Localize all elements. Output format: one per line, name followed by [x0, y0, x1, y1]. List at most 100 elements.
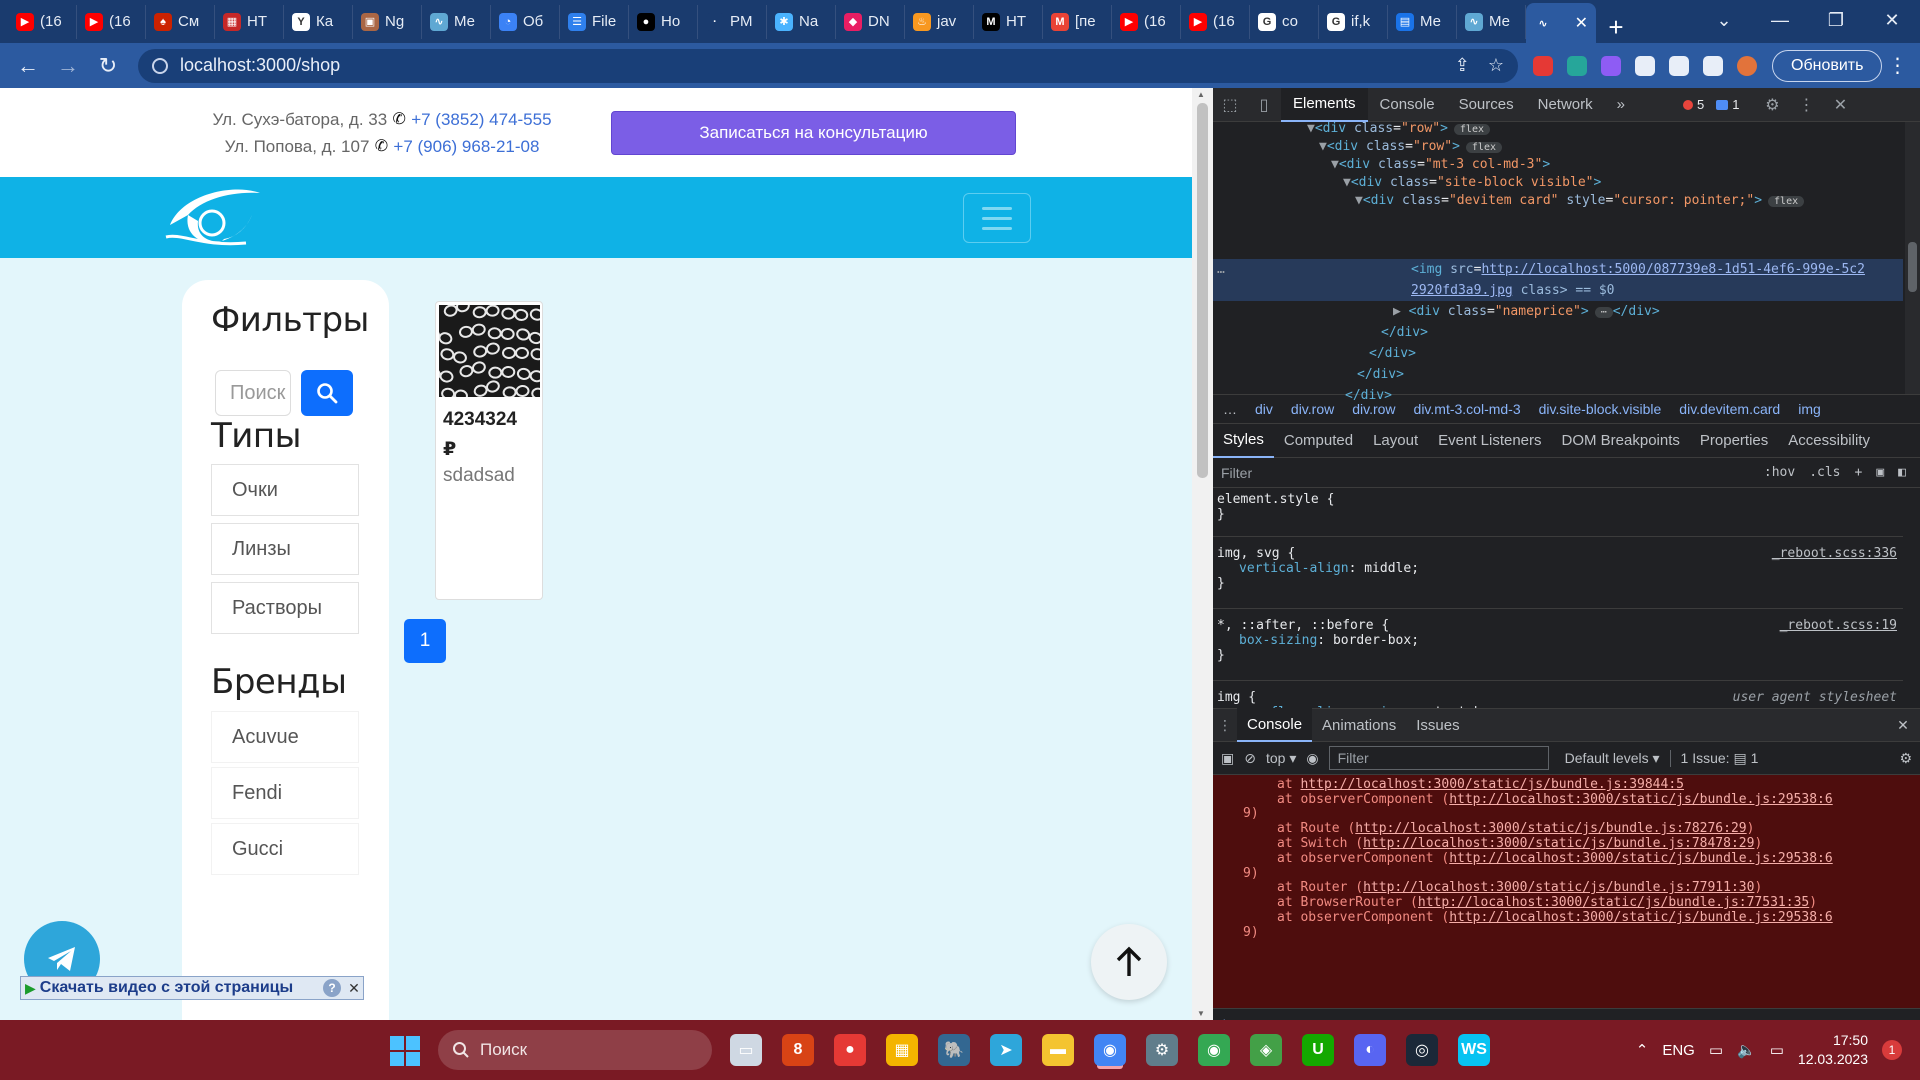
share-icon[interactable]: ⇪: [1455, 55, 1470, 76]
task-view-icon[interactable]: ▭: [730, 1034, 762, 1066]
product-image[interactable]: [439, 305, 540, 397]
stack-url-link[interactable]: http://localhost:3000/static/js/bundle.j…: [1355, 821, 1746, 836]
explorer-icon[interactable]: ▬: [1042, 1034, 1074, 1066]
breadcrumb-item[interactable]: div.devitem.card: [1679, 401, 1780, 417]
scroll-to-top-button[interactable]: [1091, 924, 1167, 1000]
live-expression-icon[interactable]: ◉: [1306, 750, 1318, 767]
clear-console-icon[interactable]: ⊘: [1244, 750, 1256, 767]
upwork-icon[interactable]: U: [1302, 1034, 1334, 1066]
pagination-page-1[interactable]: 1: [404, 619, 446, 663]
phone-link-2[interactable]: +7 (906) 968-21-08: [393, 133, 539, 160]
phone-link-1[interactable]: +7 (3852) 474-555: [411, 106, 551, 133]
browser-tab[interactable]: Y Ка: [284, 4, 353, 39]
add-rule-button[interactable]: +: [1855, 465, 1863, 480]
css-property[interactable]: overflow-clip-margin: content-box;: [1217, 705, 1897, 708]
tray-chevron-icon[interactable]: ⌃: [1636, 1041, 1649, 1059]
styles-subtab[interactable]: Layout: [1363, 424, 1428, 458]
download-video-bar[interactable]: ▶ Скачать видео с этой страницы ? ✕: [20, 976, 364, 1000]
url-text[interactable]: localhost:3000/shop: [180, 55, 1437, 76]
ext-green-icon[interactable]: [1560, 49, 1594, 83]
browser-tab[interactable]: ▶ (16: [8, 4, 77, 39]
language-indicator[interactable]: ENG: [1662, 1042, 1695, 1059]
browser-tab[interactable]: ▶ (16: [1181, 4, 1250, 39]
browser-tab[interactable]: ♨ jav: [905, 4, 974, 39]
ext-avatar-icon[interactable]: [1730, 49, 1764, 83]
inspect-element-icon[interactable]: ⬚: [1213, 95, 1247, 115]
browser-tab[interactable]: ♠ См: [146, 4, 215, 39]
devtools-tab-network[interactable]: Network: [1526, 88, 1605, 122]
browser-tab[interactable]: ∿ Ме: [422, 4, 491, 39]
browser-tab[interactable]: Gсо: [1250, 4, 1319, 39]
drawer-tab[interactable]: Issues: [1406, 708, 1469, 742]
browser-tab[interactable]: ◔ Об: [491, 4, 560, 39]
search-input[interactable]: Поиск: [215, 370, 291, 416]
book-consultation-button[interactable]: Записаться на консультацию: [611, 111, 1016, 155]
browser-tab[interactable]: Gif,k: [1319, 4, 1388, 39]
browser-tab-active[interactable]: ∿ ✕: [1526, 3, 1596, 43]
bookmark-star-icon[interactable]: ☆: [1488, 55, 1504, 76]
stack-url-link[interactable]: http://localhost:3000/static/js/bundle.j…: [1300, 777, 1684, 792]
postgres-icon[interactable]: 🐘: [938, 1034, 970, 1066]
devtools-tab-console[interactable]: Console: [1368, 88, 1447, 122]
browser-tab[interactable]: ∿ Ме: [1457, 4, 1526, 39]
browser-tab[interactable]: ◆ DN: [836, 4, 905, 39]
devtools-tab-sources[interactable]: Sources: [1447, 88, 1526, 122]
taskbar-search[interactable]: Поиск: [438, 1030, 712, 1070]
sidebar-toggle-icon[interactable]: ▣: [1221, 750, 1234, 767]
console-filter-input[interactable]: Filter: [1328, 746, 1549, 770]
styles-subtab[interactable]: Properties: [1690, 424, 1778, 458]
brand-filter-item[interactable]: Fendi: [211, 767, 359, 819]
product-card[interactable]: 4234324 ₽ sdadsad: [435, 301, 543, 600]
chrome-active-icon[interactable]: ◉: [1094, 1034, 1126, 1066]
breadcrumb-item[interactable]: div.mt-3.col-md-3: [1414, 401, 1521, 417]
network-icon[interactable]: ▭: [1709, 1041, 1723, 1059]
ext-puzzle-icon[interactable]: [1628, 49, 1662, 83]
settings-gear-icon[interactable]: ⚙: [1755, 95, 1789, 115]
drawer-tab[interactable]: Console: [1237, 708, 1313, 742]
browser-tab[interactable]: ▶ (16: [1112, 4, 1181, 39]
close-devtools-icon[interactable]: ✕: [1823, 95, 1857, 115]
stack-url-link[interactable]: http://localhost:3000/static/js/bundle.j…: [1363, 880, 1754, 895]
close-tab-icon[interactable]: ✕: [1575, 13, 1588, 33]
new-tab-button[interactable]: +: [1596, 12, 1636, 43]
nameprice-node[interactable]: ▶ <div class="nameprice"> ⋯ </div>: [1393, 301, 1660, 322]
brand-filter-item[interactable]: Gucci: [211, 823, 359, 875]
restore-button[interactable]: ❐: [1808, 10, 1864, 31]
forward-button[interactable]: →: [48, 53, 88, 79]
update-browser-button[interactable]: Обновить: [1772, 49, 1883, 82]
browser-tab[interactable]: ▣ Ng: [353, 4, 422, 39]
maps-icon[interactable]: ◈: [1250, 1034, 1282, 1066]
settings-icon[interactable]: ⚙: [1146, 1034, 1178, 1066]
css-property[interactable]: box-sizing: border-box;: [1217, 633, 1897, 648]
css-selector[interactable]: element.style {: [1217, 492, 1897, 507]
minimize-button[interactable]: —: [1752, 10, 1808, 31]
css-rule[interactable]: *, ::after, ::before {_reboot.scss:19 box…: [1217, 618, 1897, 663]
help-icon[interactable]: ?: [323, 979, 341, 997]
selected-img-node-cont[interactable]: 2920fd3a9.jpg class> == $0: [1411, 280, 1615, 301]
dom-node[interactable]: ▼<div class="devitem card" style="cursor…: [1355, 190, 1805, 211]
app-8-icon[interactable]: 8: [782, 1034, 814, 1066]
styles-filter-input[interactable]: Filter: [1221, 465, 1764, 481]
css-rule[interactable]: img, svg {_reboot.scss:336 vertical-align…: [1217, 546, 1897, 591]
type-filter-item[interactable]: Линзы: [211, 523, 359, 575]
paint-icon[interactable]: ▣: [1876, 465, 1884, 480]
sidebar-toggle-icon[interactable]: ◧: [1898, 465, 1906, 480]
browser-tab[interactable]: M НТ: [974, 4, 1043, 39]
breadcrumb-item[interactable]: div: [1255, 401, 1273, 417]
messages-badge[interactable]: 1: [1710, 97, 1745, 112]
ellipsis-icon[interactable]: …: [1217, 259, 1225, 280]
browser-tab[interactable]: ● Но: [629, 4, 698, 39]
drawer-menu-icon[interactable]: ⋮: [1213, 717, 1237, 734]
breadcrumb-item[interactable]: div.row: [1291, 401, 1334, 417]
discord-icon[interactable]: ◐: [1354, 1034, 1386, 1066]
address-bar[interactable]: localhost:3000/shop ⇪ ☆: [138, 48, 1518, 83]
styles-subtab[interactable]: DOM Breakpoints: [1552, 424, 1690, 458]
img-src-link-cont[interactable]: 2920fd3a9.jpg: [1411, 283, 1513, 298]
steam-icon[interactable]: ◎: [1406, 1034, 1438, 1066]
devtools-menu-icon[interactable]: ⋮: [1789, 95, 1823, 115]
store-icon[interactable]: ▦: [886, 1034, 918, 1066]
selected-img-node[interactable]: <img src=http://localhost:5000/087739e8-…: [1411, 259, 1865, 280]
drawer-tab[interactable]: Animations: [1312, 708, 1406, 742]
site-info-icon[interactable]: [152, 57, 168, 74]
css-rule[interactable]: img {user agent stylesheetoverflow-clip-…: [1217, 690, 1897, 708]
